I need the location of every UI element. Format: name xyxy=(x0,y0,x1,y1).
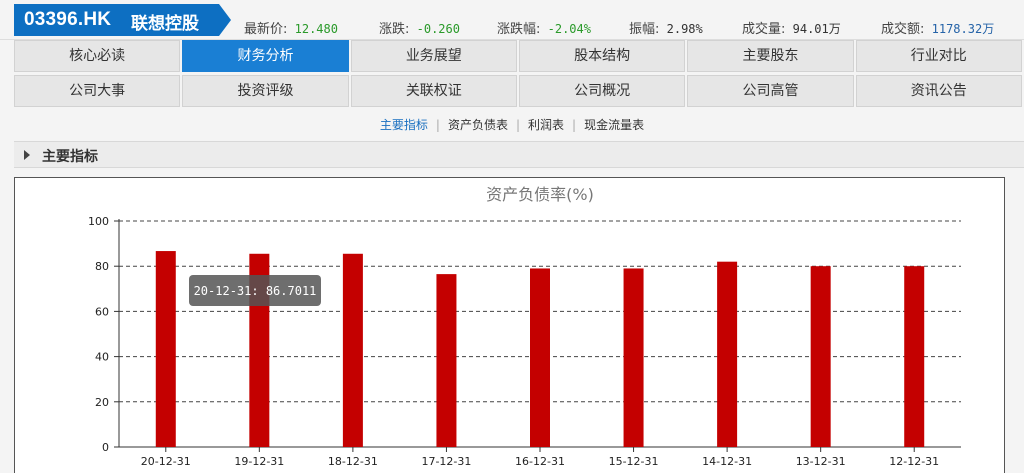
quote-item: 成交量: 94.01万 xyxy=(742,18,841,37)
bar xyxy=(623,268,644,447)
y-tick-label: 100 xyxy=(88,215,109,228)
subnav-separator: | xyxy=(515,118,521,132)
bar xyxy=(717,261,738,447)
nav-tab[interactable]: 主要股东 xyxy=(687,40,854,72)
quote-item: 涨跌幅: -2.04% xyxy=(497,18,591,37)
section-bar[interactable]: 主要指标 xyxy=(14,141,1024,168)
subnav-link[interactable]: 利润表 xyxy=(528,118,564,132)
quote-value: 12.480 xyxy=(287,22,338,36)
nav-row-1: 核心必读 财务分析 业务展望 股本结构 主要股东 行业对比 xyxy=(14,40,1024,74)
nav-tab[interactable]: 关联权证 xyxy=(350,75,517,107)
quote-label: 涨跌幅: xyxy=(497,22,541,37)
quote-value: 2.98% xyxy=(659,22,703,36)
subnav-link[interactable]: 主要指标 xyxy=(380,118,428,132)
bar xyxy=(530,268,550,447)
stock-name: 联想控股 xyxy=(131,14,199,34)
y-tick-label: 20 xyxy=(95,396,109,409)
main-nav: 核心必读 财务分析 业务展望 股本结构 主要股东 行业对比 公司大事 投资评级 关联权证 公司概… xyxy=(14,40,1024,110)
nav-tab[interactable]: 投资评级 xyxy=(182,75,349,107)
nav-tab[interactable]: 公司高管 xyxy=(687,75,854,107)
x-tick-label: 17-12-31 xyxy=(421,455,471,468)
x-tick-label: 12-12-31 xyxy=(889,455,939,468)
y-tick-label: 60 xyxy=(95,305,109,318)
subnav-separator: | xyxy=(435,118,440,132)
quote-value: 94.01万 xyxy=(785,22,841,36)
expand-triangle-icon[interactable] xyxy=(24,150,30,160)
nav-tab[interactable]: 资讯公告 xyxy=(855,75,1022,107)
quote-item: 振幅: 2.98% xyxy=(629,18,703,37)
stock-code: 03396.HK xyxy=(24,9,112,30)
quote-value: -0.260 xyxy=(409,22,460,36)
chart-panel: 资产负债率(%) 0 20 40 60 80 100 20-12-31 19-12-31 18-1… xyxy=(14,177,1005,473)
nav-tab[interactable]: 核心必读 xyxy=(14,40,181,72)
nav-tab[interactable]: 公司大事 xyxy=(14,75,181,107)
x-tick-label: 18-12-31 xyxy=(328,455,378,468)
subnav-link[interactable]: 现金流量表 xyxy=(584,118,644,132)
section-title: 主要指标 xyxy=(42,149,98,165)
bar xyxy=(436,274,457,447)
nav-tab[interactable]: 业务展望 xyxy=(350,40,517,72)
nav-row-2: 公司大事 投资评级 关联权证 公司概况 公司高管 资讯公告 xyxy=(14,75,1024,109)
nav-tab[interactable]: 股本结构 xyxy=(518,40,686,72)
y-tick-label: 40 xyxy=(95,351,109,364)
bar xyxy=(342,253,363,447)
tooltip-text: 20-12-31: 86.7011 xyxy=(194,284,317,298)
sub-nav: 主要指标 | 资产负债表 | 利润表 | 现金流量表 xyxy=(0,116,1024,133)
stock-badge: 03396.HK 联想控股 xyxy=(14,4,231,36)
quote-item: 最新价: 12.480 xyxy=(244,18,338,37)
bar xyxy=(155,251,176,447)
bar xyxy=(810,266,831,447)
subnav-separator: | xyxy=(572,118,577,132)
x-tick-label: 19-12-31 xyxy=(234,455,284,468)
x-tick-label: 20-12-31 xyxy=(141,455,191,468)
x-tick-label: 16-12-31 xyxy=(515,455,565,468)
bar-chart: 资产负债率(%) 0 20 40 60 80 100 20-12-31 19-12-31 18-1… xyxy=(88,185,961,468)
nav-tab[interactable]: 财务分析 xyxy=(182,40,349,72)
quote-item: 涨跌: -0.260 xyxy=(379,18,460,37)
quote-label: 最新价: xyxy=(244,22,288,37)
subnav-link[interactable]: 资产负债表 xyxy=(448,118,508,132)
nav-tab[interactable]: 行业对比 xyxy=(855,40,1022,72)
bar xyxy=(904,266,925,447)
quote-label: 成交额: xyxy=(881,22,925,37)
quote-label: 成交量: xyxy=(742,22,786,37)
y-tick-label: 0 xyxy=(102,441,109,454)
x-tick-label: 15-12-31 xyxy=(609,455,659,468)
quote-value: -2.04% xyxy=(540,22,591,36)
quote-header: 03396.HK 联想控股 最新价: 12.480 涨跌: -0.260 涨跌幅: … xyxy=(0,0,1024,40)
quote-label: 振幅: xyxy=(629,22,660,37)
x-tick-label: 13-12-31 xyxy=(796,455,846,468)
quote-label: 涨跌: xyxy=(379,22,410,37)
x-tick-label: 14-12-31 xyxy=(702,455,752,468)
nav-tab[interactable]: 公司概况 xyxy=(518,75,686,107)
y-tick-label: 80 xyxy=(95,260,109,273)
quote-value: 1178.32万 xyxy=(924,22,995,36)
quote-item: 成交额: 1178.32万 xyxy=(881,18,994,37)
chart-title: 资产负债率(%) xyxy=(486,185,594,204)
